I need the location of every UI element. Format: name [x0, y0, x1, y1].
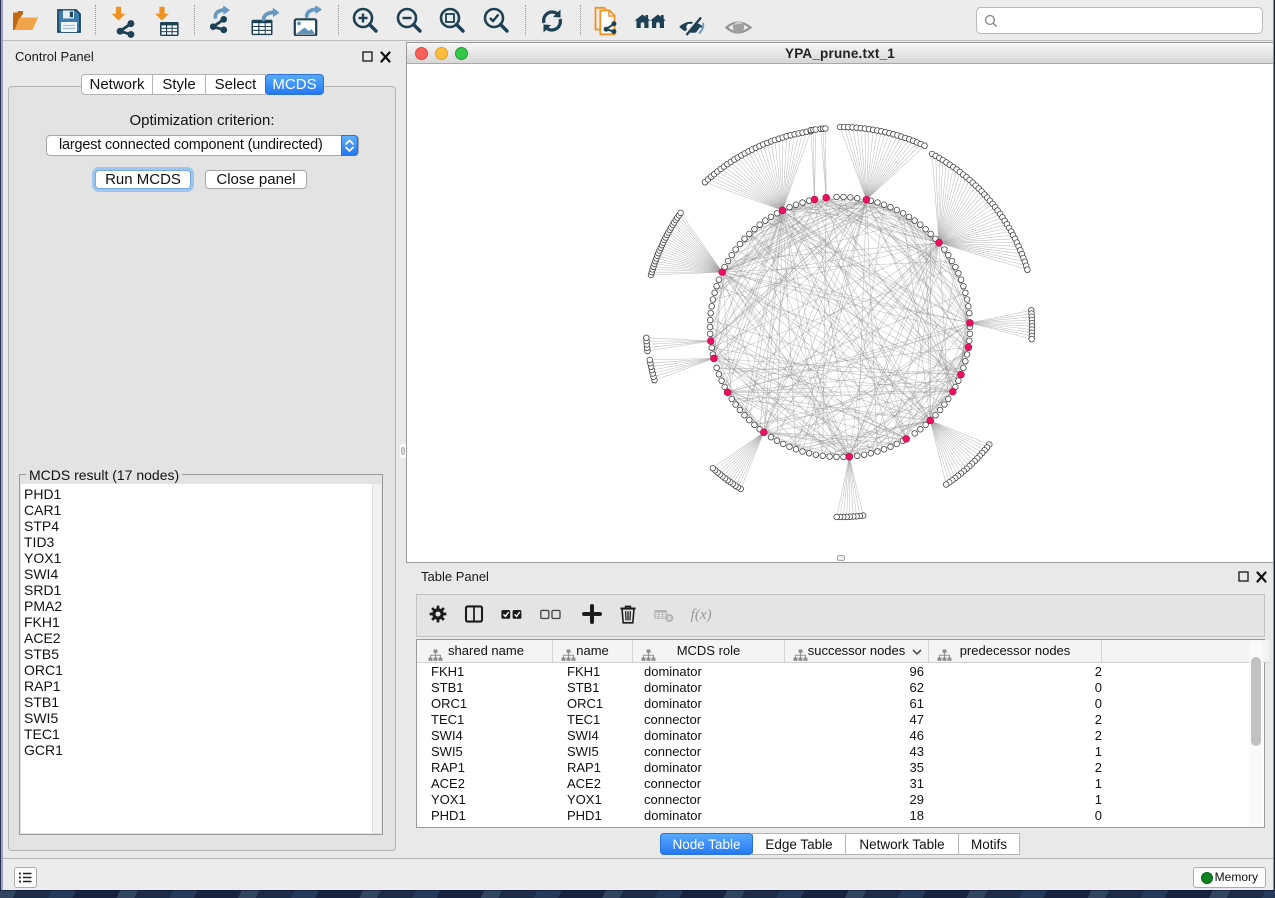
svg-text:f(x): f(x): [691, 606, 712, 623]
